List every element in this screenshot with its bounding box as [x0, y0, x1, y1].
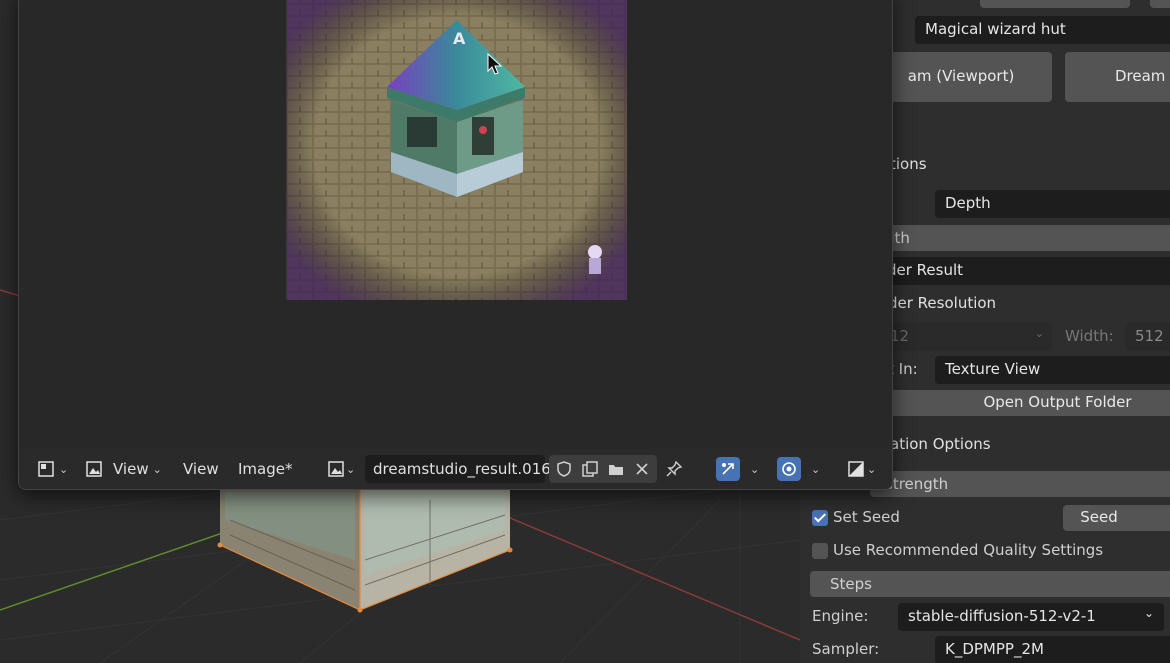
engine-label: Engine: — [812, 607, 869, 625]
wizard-hut-image: A — [287, 0, 627, 300]
chevron-down-icon: ⌄ — [1143, 606, 1154, 620]
dream-viewport-button[interactable]: am (Viewport) — [870, 52, 1052, 102]
textured-cube[interactable] — [217, 490, 513, 613]
display-channels-menu[interactable]: ⌄ — [847, 455, 876, 483]
render-result-field[interactable]: der Result — [870, 257, 1170, 285]
editor-header-bar: ⌄ View ⌄ View Image* ⌄ dreamstudio_resul… — [19, 449, 892, 489]
strength-slider[interactable]: gth — [870, 225, 1170, 251]
chevron-down-icon: ⌄ — [867, 462, 877, 476]
init-type-select[interactable]: Depth — [935, 190, 1170, 218]
set-seed-label: Set Seed — [833, 508, 900, 526]
init-options-header[interactable]: tions — [890, 155, 927, 173]
seed-field[interactable]: Seed — [1063, 505, 1170, 531]
chevron-down-icon: ⌄ — [346, 462, 356, 476]
steps-slider[interactable]: Steps — [810, 571, 1170, 597]
sampler-select[interactable]: K_DPMPP_2M — [935, 636, 1170, 663]
generated-image[interactable]: A — [286, 0, 627, 300]
shield-icon[interactable] — [555, 460, 573, 478]
image-actions-group — [549, 455, 657, 483]
generation-options-header[interactable]: ation Options — [890, 435, 991, 453]
browse-image-button[interactable]: ⌄ — [321, 455, 361, 483]
folder-icon[interactable] — [607, 460, 625, 478]
image-browse-icon — [328, 461, 344, 477]
mode-view-label: View — [113, 460, 149, 478]
chevron-down-icon: ⌄ — [1034, 327, 1044, 340]
render-resolution-label: der Resolution — [888, 294, 997, 312]
add-button[interactable] — [980, 0, 1130, 8]
editor-type-menu[interactable]: ⌄ — [31, 455, 74, 483]
duplicate-icon[interactable] — [581, 460, 599, 478]
overlay-toggle[interactable]: ⌄ — [777, 455, 820, 483]
close-icon[interactable] — [633, 460, 651, 478]
image-view-icon — [86, 461, 102, 477]
display-channels-icon — [848, 461, 864, 477]
svg-text:A: A — [453, 29, 466, 48]
prompt-input[interactable]: Magical wizard hut — [915, 16, 1170, 44]
open-in-select[interactable]: Texture View — [935, 356, 1170, 384]
mouse-cursor-icon — [487, 53, 503, 75]
width-label: Width: — [1065, 327, 1114, 345]
pin-button[interactable] — [665, 455, 683, 483]
prompt-strength-slider[interactable]: strength — [870, 471, 1170, 497]
open-output-folder-button[interactable]: Open Output Folder — [870, 390, 1170, 416]
height-select[interactable]: 12 ⌄ — [870, 323, 1052, 351]
overlay-icon — [782, 462, 796, 476]
chevron-down-icon[interactable]: ⌄ — [750, 463, 759, 476]
pin-icon — [666, 460, 683, 477]
sampler-label: Sampler: — [812, 640, 880, 658]
gizmo-icon — [722, 463, 734, 475]
dream-button[interactable]: Dream ( — [1065, 52, 1170, 102]
image-editor-window[interactable]: A ⌄ View ⌄ View Image* ⌄ dreamstudio_res… — [18, 0, 893, 490]
use-recommended-label: Use Recommended Quality Settings — [833, 541, 1104, 559]
chevron-down-icon: ⌄ — [59, 462, 69, 476]
view-menu[interactable]: View — [177, 455, 225, 483]
chevron-down-icon: ⌄ — [152, 462, 162, 476]
gizmo-toggle[interactable]: ⌄ — [716, 455, 759, 483]
image-name-field[interactable]: dreamstudio_result.016 — [365, 455, 551, 483]
options-button[interactable] — [1150, 0, 1170, 8]
use-recommended-checkbox[interactable] — [812, 543, 828, 559]
image-editor-icon — [38, 461, 54, 477]
width-field[interactable]: 512 — [1125, 323, 1170, 351]
chevron-down-icon[interactable]: ⌄ — [811, 463, 820, 476]
mode-menu[interactable]: View ⌄ — [79, 455, 168, 483]
image-menu[interactable]: Image* — [232, 455, 298, 483]
engine-select[interactable]: stable-diffusion-512-v2-1 ⌄ — [898, 603, 1164, 631]
set-seed-checkbox[interactable] — [812, 510, 828, 526]
